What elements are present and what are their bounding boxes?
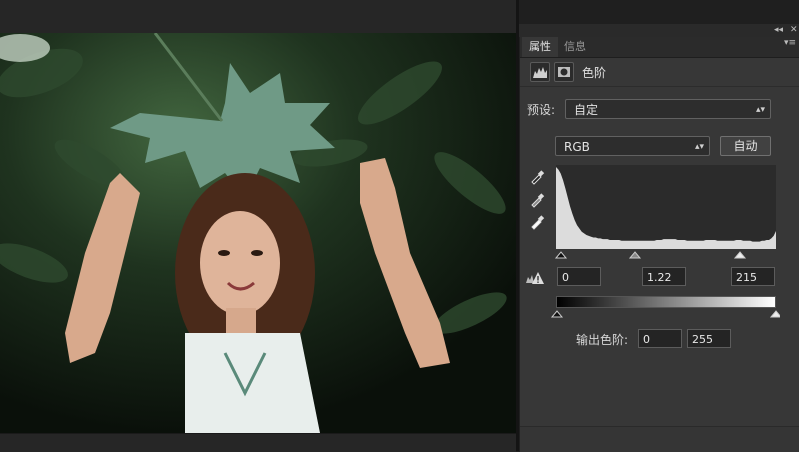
select-arrows-icon: ▴▾: [694, 142, 704, 152]
input-black-field[interactable]: 0: [557, 267, 601, 286]
output-gradient-bar: [556, 296, 776, 308]
tab-info[interactable]: 信息: [557, 37, 593, 57]
output-black-slider-handle: [550, 310, 564, 318]
input-gamma-field[interactable]: 1.22: [642, 267, 686, 286]
output-slider-track[interactable]: [550, 308, 780, 318]
channel-value: RGB: [564, 140, 590, 154]
preset-label: 预设:: [527, 103, 556, 117]
close-panel-icon[interactable]: ✕: [790, 25, 798, 36]
properties-panel: 属性 信息 ▾≡ 色阶 预设: 自定 ▴▾ RGB ▴▾ 自动 0 1.22 2…: [519, 24, 799, 452]
document-top-bar: [0, 0, 516, 33]
photo-image: [0, 33, 516, 433]
output-white-slider-handle: [769, 310, 780, 318]
auto-button[interactable]: 自动: [720, 136, 771, 156]
levels-histogram: [556, 165, 776, 249]
black-point-eyedropper-icon[interactable]: [529, 169, 545, 185]
output-levels-label: 输出色阶:: [576, 333, 629, 347]
input-slider-track[interactable]: [550, 249, 780, 259]
output-black-field[interactable]: 0: [638, 329, 682, 348]
document-status-bar: [0, 433, 516, 452]
panel-menu-icon[interactable]: ▾≡: [784, 38, 796, 48]
clipping-warning-icon[interactable]: [525, 271, 545, 285]
collapse-panel-icon[interactable]: ◂◂: [774, 25, 783, 36]
output-white-field[interactable]: 255: [687, 329, 731, 348]
panel-footer: [520, 426, 799, 452]
document-photo[interactable]: [0, 33, 516, 433]
preset-select[interactable]: 自定 ▴▾: [565, 99, 771, 119]
channel-select[interactable]: RGB ▴▾: [555, 136, 710, 156]
select-arrows-icon: ▴▾: [755, 105, 765, 115]
levels-adjustment-icon[interactable]: [530, 62, 550, 82]
input-white-slider-handle: [733, 251, 747, 259]
white-point-eyedropper-icon[interactable]: [529, 214, 545, 230]
panel-tabs: 属性 信息 ▾≡: [520, 37, 799, 58]
panel-title: 色阶: [582, 66, 607, 80]
histogram-graph: [556, 167, 776, 249]
canvas-area: [0, 0, 516, 452]
gray-point-eyedropper-icon[interactable]: [529, 192, 545, 208]
preset-value: 自定: [574, 103, 599, 117]
panel-title-row: 色阶: [520, 58, 799, 87]
input-gray-slider-handle: [628, 251, 642, 259]
input-white-field[interactable]: 215: [731, 267, 775, 286]
input-black-slider-handle: [554, 251, 568, 259]
layer-mask-icon[interactable]: [554, 62, 574, 82]
histogram-shape: [556, 167, 776, 249]
tab-properties[interactable]: 属性: [522, 37, 558, 57]
panel-header-bar: [519, 24, 799, 37]
